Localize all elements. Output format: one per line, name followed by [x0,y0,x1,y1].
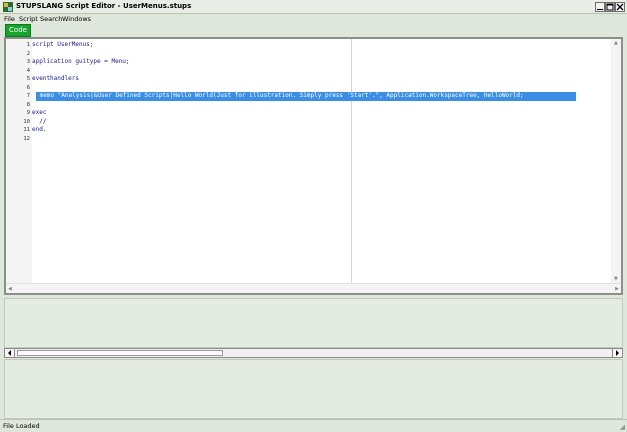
menu-windows[interactable]: Windows [62,15,91,23]
code-line[interactable]: // [32,118,612,127]
scrollbar-thumb[interactable] [17,350,223,356]
line-number: 9 [26,110,30,117]
resize-grip-icon[interactable]: ◢ [620,423,625,431]
output-panel [4,298,623,348]
code-line[interactable] [32,101,612,110]
minimize-icon [597,9,603,10]
code-line[interactable] [32,84,612,93]
title-bar: STUPSLANG Script Editor - UserMenus.stup… [0,0,627,14]
code-line[interactable]: end. [32,126,612,135]
window-title: STUPSLANG Script Editor - UserMenus.stup… [16,2,192,10]
editor-vertical-scrollbar[interactable]: ▲ ▼ [611,39,621,283]
line-number: 8 [26,101,30,108]
tab-code[interactable]: Code [5,24,31,37]
code-line[interactable]: script UserMenus; [32,41,612,50]
code-editor[interactable]: 1 2 3 4 5 6 7 8 9 10 11 12 script UserMenus; applica… [4,37,623,295]
menu-script[interactable]: Script [19,15,38,23]
minimize-button[interactable] [595,2,605,12]
maximize-icon [606,3,614,11]
scroll-left-button[interactable] [5,349,15,357]
close-icon [616,3,624,11]
scroll-right-button[interactable] [612,349,622,357]
code-line-selected[interactable]: memo "Analysis|&User Defined Scripts|Hel… [36,92,576,101]
line-number: 7 [26,93,30,100]
arrow-right-icon [616,350,619,356]
editor-horizontal-scrollbar[interactable]: ◀ ▶ [6,283,621,293]
line-number: 3 [26,59,30,66]
scroll-up-icon: ▲ [614,40,618,46]
code-line[interactable]: eventhandlers [32,75,612,84]
menu-file[interactable]: File [4,15,15,23]
output-horizontal-scrollbar[interactable] [4,348,623,358]
status-text: File Loaded [3,422,40,430]
line-number: 1 [26,42,30,48]
close-button[interactable] [615,2,625,12]
code-line[interactable] [32,135,612,144]
code-line[interactable] [32,67,612,76]
line-number: 6 [26,84,30,91]
line-number: 4 [26,67,30,74]
scroll-down-icon: ▼ [614,276,618,282]
line-number-gutter: 1 2 3 4 5 6 7 8 9 10 11 12 [6,39,32,283]
code-line[interactable] [32,50,612,59]
maximize-button[interactable] [605,2,615,12]
line-number: 11 [23,127,30,134]
code-text-area[interactable]: script UserMenus; application guitype = M… [32,41,612,144]
app-icon [3,2,13,12]
line-number: 10 [23,118,30,125]
scroll-right-icon: ▶ [615,286,619,292]
code-line[interactable]: application guitype = Menu; [32,58,612,67]
scroll-left-icon: ◀ [8,286,12,292]
menu-search[interactable]: Search [40,15,62,23]
line-number: 2 [26,50,30,57]
status-bar: File Loaded ◢ [0,419,627,432]
messages-panel [4,359,623,419]
line-number: 5 [26,76,30,83]
code-line[interactable]: exec [32,109,612,118]
arrow-left-icon [8,350,11,356]
menu-bar: File Script Search Windows [0,14,627,24]
line-number: 12 [23,136,30,143]
